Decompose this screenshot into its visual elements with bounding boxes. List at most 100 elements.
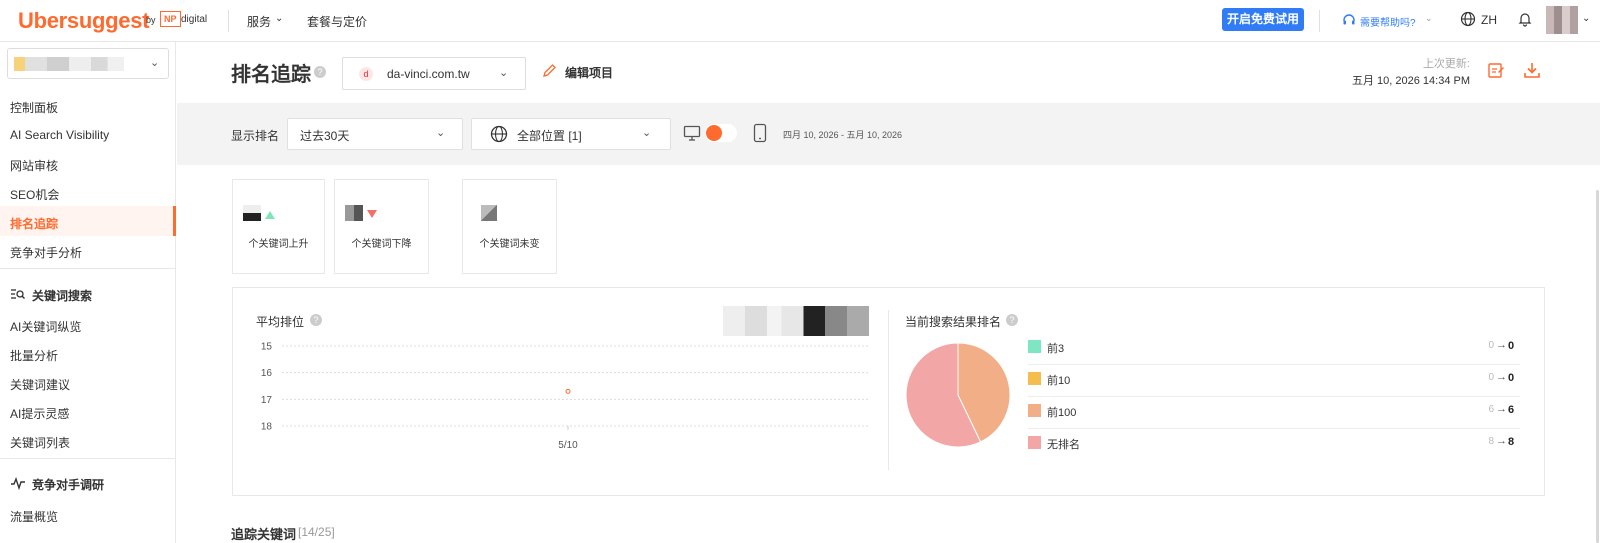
sidebar-item-traffic-overview[interactable]: 流量概览 xyxy=(10,508,58,525)
pencil-icon[interactable] xyxy=(542,63,557,78)
sidebar-item-ai-keyword-overview[interactable]: AI关键词纵览 xyxy=(10,318,81,335)
y-tick-label: 17 xyxy=(261,395,273,406)
sidebar-item-bulk-analysis[interactable]: 批量分析 xyxy=(10,347,58,364)
sidebar-heading-keyword-search[interactable]: 关键词搜索 xyxy=(32,287,92,304)
legend-to: 0 xyxy=(1508,340,1515,352)
help-icon[interactable]: ? xyxy=(310,314,322,326)
location-value: 全部位置 [1] xyxy=(517,129,582,143)
legend-label: 前100 xyxy=(1047,407,1077,419)
legend-from: 8 xyxy=(1488,436,1494,447)
divider xyxy=(0,268,176,269)
arrow-up-icon xyxy=(265,211,275,219)
date-range: 四月 10, 2026 - 五月 10, 2026 xyxy=(783,130,903,140)
sidebar-item-keyword-lists[interactable]: 关键词列表 xyxy=(10,434,70,451)
arrow-right-icon: → xyxy=(1496,435,1507,447)
report-icon[interactable] xyxy=(1487,61,1505,79)
edit-project-button[interactable]: 编辑项目 xyxy=(565,64,613,81)
sidebar-item-competitor-analysis[interactable]: 竞争对手分析 xyxy=(10,244,82,261)
sidebar-item-rank-tracking[interactable]: 排名追踪 xyxy=(10,215,58,232)
divider xyxy=(0,458,176,459)
legend-swatch xyxy=(1028,372,1041,385)
logo-by: by xyxy=(146,15,156,25)
domain-selector[interactable]: d da-vinci.com.tw ⌄ xyxy=(342,57,526,90)
x-tick-label: 5/10 xyxy=(558,440,578,451)
nav-services[interactable]: 服务 xyxy=(247,13,271,30)
last-update-value: 五月 10, 2026 14:34 PM xyxy=(1351,75,1470,87)
project-selector[interactable]: ⌄ xyxy=(7,48,169,79)
chevron-down-icon[interactable]: ⌄ xyxy=(499,66,508,79)
chevron-down-icon[interactable]: ⌄ xyxy=(642,126,651,139)
desktop-icon[interactable] xyxy=(683,124,701,142)
scrollbar[interactable] xyxy=(1596,190,1599,543)
language-selector[interactable]: ZH xyxy=(1481,13,1497,27)
domain-favicon-icon: d xyxy=(359,67,373,81)
legend-row-top3: 前3 0 → 0 xyxy=(1028,333,1520,365)
top-bar: Ubersuggest by NP digital 服务 ⌄ 套餐与定价 开启免… xyxy=(0,0,1600,42)
sidebar-heading-competitor-research[interactable]: 竞争对手调研 xyxy=(32,476,104,493)
avg-rank-chart: 15 16 17 18 5/10 xyxy=(261,342,870,451)
stat-card-down[interactable]: 个关键词下降 xyxy=(334,179,429,274)
legend-swatch xyxy=(1028,436,1041,449)
sidebar-item-ai-search-visibility[interactable]: AI Search Visibility xyxy=(10,128,109,142)
blurred-count xyxy=(243,205,261,221)
sidebar: ⌄ 控制面板 AI Search Visibility 网站审核 SEO机会 排… xyxy=(0,42,176,543)
data-point[interactable] xyxy=(565,388,571,394)
legend-swatch xyxy=(1028,340,1041,353)
bell-icon[interactable] xyxy=(1517,11,1533,27)
divider xyxy=(228,10,229,32)
legend-label: 前10 xyxy=(1047,375,1071,387)
divider xyxy=(888,310,889,470)
pulse-icon xyxy=(11,476,25,490)
y-tick-label: 18 xyxy=(261,422,273,433)
legend-from: 0 xyxy=(1488,340,1494,351)
legend-to: 0 xyxy=(1508,372,1515,384)
chevron-down-icon[interactable]: ⌄ xyxy=(275,13,283,24)
divider xyxy=(1319,10,1320,32)
help-icon[interactable]: ? xyxy=(314,66,326,78)
mobile-icon[interactable] xyxy=(753,123,767,143)
period-selector[interactable]: 过去30天 ⌄ xyxy=(287,118,463,150)
help-link[interactable]: 需要帮助吗? xyxy=(1360,14,1416,29)
show-rank-label: 显示排名 xyxy=(231,129,280,143)
avatar[interactable] xyxy=(1546,6,1578,34)
logo[interactable]: Ubersuggest xyxy=(18,8,149,34)
globe-icon[interactable] xyxy=(1460,11,1476,27)
y-tick-label: 16 xyxy=(261,368,273,379)
free-trial-button[interactable]: 开启免费试用 xyxy=(1222,8,1304,31)
sidebar-item-site-audit[interactable]: 网站审核 xyxy=(10,157,58,174)
np-digital: digital xyxy=(181,14,208,25)
tracked-keywords-count: [14/25] xyxy=(298,525,335,539)
location-selector[interactable]: 全部位置 [1] ⌄ xyxy=(471,118,671,150)
avg-rank-title: 平均排位 xyxy=(256,315,305,329)
arrow-down-icon xyxy=(367,210,377,218)
y-tick-label: 15 xyxy=(261,342,273,353)
legend-swatch xyxy=(1028,404,1041,417)
toggle-knob xyxy=(706,125,722,141)
sidebar-item-keyword-ideas[interactable]: 关键词建议 xyxy=(10,376,70,393)
chevron-down-icon[interactable]: ⌄ xyxy=(150,56,159,69)
chevron-down-icon[interactable]: ⌄ xyxy=(1582,13,1590,24)
help-icon[interactable]: ? xyxy=(1006,314,1018,326)
legend-to: 6 xyxy=(1508,404,1515,416)
sidebar-item-ai-prompt-ideas[interactable]: AI提示灵感 xyxy=(10,405,69,422)
globe-icon xyxy=(490,125,508,143)
chevron-down-icon[interactable]: ⌄ xyxy=(1425,13,1433,24)
download-icon[interactable] xyxy=(1523,61,1541,79)
nav-pricing[interactable]: 套餐与定价 xyxy=(307,13,367,30)
device-toggle[interactable] xyxy=(705,124,737,142)
stat-label: 个关键词下降 xyxy=(351,239,412,250)
domain-name: da-vinci.com.tw xyxy=(387,67,470,81)
legend-row-top10: 前10 0 → 0 xyxy=(1028,365,1520,397)
serp-pie-chart xyxy=(905,342,1011,448)
tracked-keywords-title: 追踪关键词 xyxy=(231,527,297,542)
np-logo: NP xyxy=(160,11,181,27)
stat-card-unchanged[interactable]: 个关键词未变 xyxy=(462,179,557,274)
arrow-right-icon: → xyxy=(1496,371,1507,383)
stat-card-up[interactable]: 个关键词上升 xyxy=(232,179,325,274)
blurred-rank-summary xyxy=(723,306,869,336)
chevron-down-icon[interactable]: ⌄ xyxy=(436,126,445,139)
page-title: 排名追踪 xyxy=(231,64,311,86)
sidebar-item-seo-opportunities[interactable]: SEO机会 xyxy=(10,186,59,203)
headset-icon[interactable] xyxy=(1342,13,1356,27)
sidebar-item-dashboard[interactable]: 控制面板 xyxy=(10,99,58,116)
